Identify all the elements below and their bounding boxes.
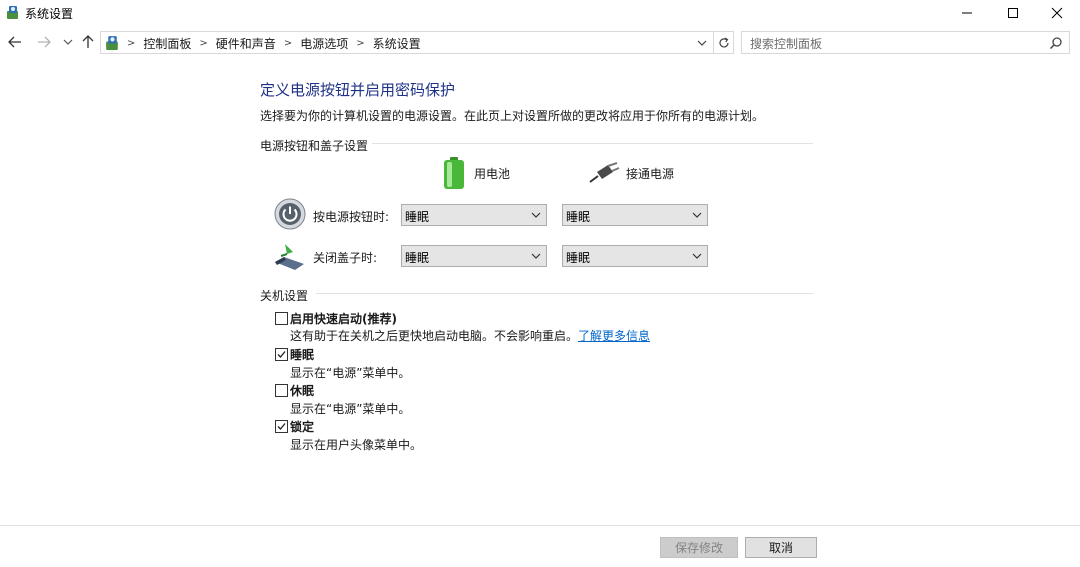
fast-startup-desc-text: 这有助于在关机之后更快地启动电脑。不会影响重启。 [290, 329, 579, 343]
laptop-lid-icon [275, 244, 304, 270]
chevron-right-icon[interactable]: > [356, 38, 364, 49]
battery-icon [444, 157, 464, 189]
arrow-right-icon [38, 36, 51, 48]
sleep-description: 显示在“电源”菜单中。 [290, 366, 411, 380]
battery-column-label: 用电池 [474, 166, 511, 181]
up-button[interactable] [78, 32, 98, 52]
chevron-right-icon[interactable]: > [284, 38, 292, 49]
page-description: 选择要为你的计算机设置的电源设置。在此页上对设置所做的更改将应用于你所有的电源计… [260, 109, 765, 123]
power-button-plugged-select[interactable]: 睡眠 [562, 204, 708, 226]
breadcrumb-power-options[interactable]: 电源选项 [300, 35, 348, 52]
arrow-up-icon [82, 35, 94, 48]
lock-checkbox[interactable] [275, 420, 288, 433]
power-section-heading: 电源按钮和盖子设置 [260, 139, 369, 153]
cancel-button[interactable]: 取消 [745, 537, 817, 558]
hibernate-label[interactable]: 休眠 [290, 382, 314, 399]
footer-divider [0, 525, 1080, 526]
control-panel-icon [7, 6, 18, 19]
close-icon [1051, 7, 1063, 19]
sleep-label[interactable]: 睡眠 [290, 346, 314, 363]
fast-startup-description: 这有助于在关机之后更快地启动电脑。不会影响重启。了解更多信息 [290, 327, 650, 344]
chevron-down-icon [63, 39, 73, 45]
checkmark-icon [277, 351, 286, 358]
maximize-icon [1008, 8, 1018, 18]
select-value: 睡眠 [566, 210, 591, 224]
refresh-button[interactable] [714, 31, 734, 54]
window-title: 系统设置 [25, 7, 74, 21]
chevron-down-icon [692, 253, 702, 259]
section-divider [316, 293, 813, 294]
forward-button[interactable] [34, 32, 54, 52]
chevron-right-icon[interactable]: > [199, 38, 207, 49]
lid-close-battery-select[interactable]: 睡眠 [401, 245, 547, 267]
arrow-left-icon [8, 36, 21, 48]
save-changes-button[interactable]: 保存修改 [660, 537, 738, 558]
chevron-down-icon [531, 253, 541, 259]
minimize-icon [962, 12, 972, 14]
plugged-column-label: 接通电源 [626, 166, 675, 181]
title-bar: 系统设置 [0, 0, 1080, 28]
address-bar[interactable]: > 控制面板 > 硬件和声音 > 电源选项 > 系统设置 [100, 31, 714, 54]
page-title: 定义电源按钮并启用密码保护 [260, 81, 456, 99]
close-button[interactable] [1034, 0, 1080, 26]
fast-startup-checkbox[interactable] [275, 312, 288, 325]
power-button-battery-select[interactable]: 睡眠 [401, 204, 547, 226]
chevron-down-icon[interactable] [696, 35, 708, 51]
select-value: 睡眠 [566, 251, 591, 265]
power-button-icon [274, 198, 306, 230]
search-icon[interactable] [1049, 36, 1063, 50]
fast-startup-label[interactable]: 启用快速启动(推荐) [290, 310, 397, 327]
lid-close-plugged-select[interactable]: 睡眠 [562, 245, 708, 267]
breadcrumb-hardware-sound[interactable]: 硬件和声音 [216, 35, 276, 52]
checkmark-icon [277, 423, 286, 430]
lock-description: 显示在用户头像菜单中。 [290, 438, 423, 452]
breadcrumb-control-panel[interactable]: 控制面板 [143, 35, 191, 52]
search-placeholder: 搜索控制面板 [750, 37, 823, 51]
select-value: 睡眠 [405, 251, 430, 265]
select-value: 睡眠 [405, 210, 430, 224]
learn-more-link[interactable]: 了解更多信息 [578, 329, 650, 343]
battery-column-header: 用电池 [442, 156, 510, 190]
power-button-label: 按电源按钮时: [313, 210, 390, 224]
control-panel-icon [106, 36, 118, 50]
minimize-button[interactable] [944, 0, 990, 26]
hibernate-description: 显示在“电源”菜单中。 [290, 402, 411, 416]
refresh-icon [718, 36, 729, 47]
chevron-down-icon [531, 212, 541, 218]
navigation-bar: > 控制面板 > 硬件和声音 > 电源选项 > 系统设置 搜索控制面板 [0, 28, 1080, 58]
section-divider [372, 143, 813, 144]
sleep-checkbox[interactable] [275, 348, 288, 361]
maximize-button[interactable] [990, 0, 1036, 26]
shutdown-section-heading: 关机设置 [260, 289, 309, 303]
recent-locations-button[interactable] [58, 32, 78, 52]
plugged-column-header: 接通电源 [588, 162, 674, 184]
chevron-right-icon[interactable]: > [127, 38, 135, 49]
plug-icon [589, 162, 620, 183]
chevron-down-icon [692, 212, 702, 218]
lid-close-label: 关闭盖子时: [313, 251, 378, 265]
hibernate-checkbox[interactable] [275, 384, 288, 397]
back-button[interactable] [5, 32, 25, 52]
breadcrumb: > 控制面板 > 硬件和声音 > 电源选项 > 系统设置 [127, 35, 421, 52]
lock-label[interactable]: 锁定 [290, 418, 314, 435]
breadcrumb-system-settings[interactable]: 系统设置 [373, 35, 421, 52]
search-box[interactable]: 搜索控制面板 [741, 31, 1070, 54]
